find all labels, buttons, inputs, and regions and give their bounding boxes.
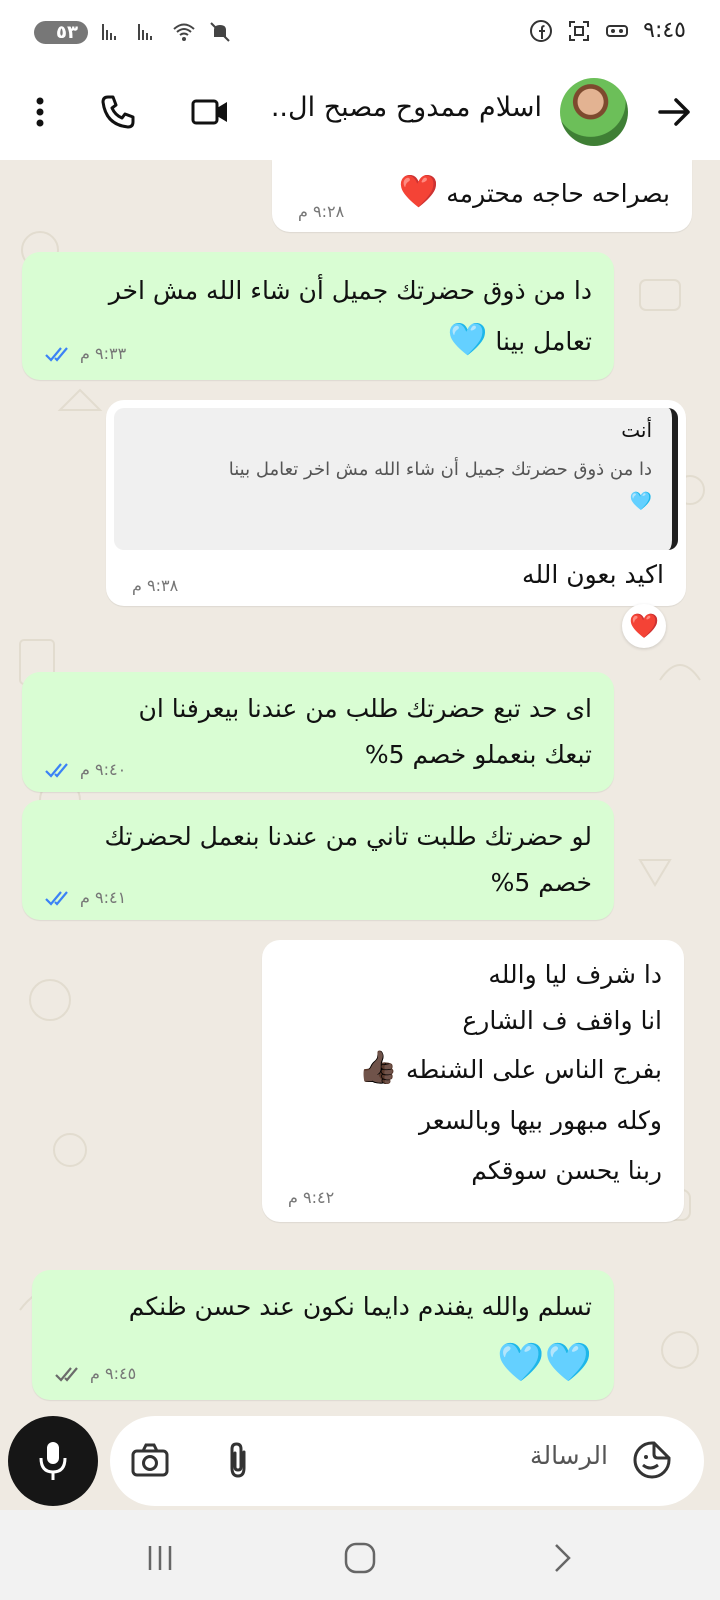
reaction-badge[interactable]: ❤️ bbox=[622, 604, 666, 648]
thumbs-up-emoji: 👍🏿 bbox=[358, 1048, 399, 1086]
read-ticks-icon bbox=[45, 346, 68, 362]
message-line: تعامل بينا 🩵 bbox=[448, 322, 592, 359]
contact-name[interactable]: اسلام ممدوح مصبح ال.. bbox=[271, 92, 542, 123]
message-text: بصراحه حاجه محترمه ❤️ bbox=[398, 174, 670, 211]
time-label: ٩:٢٨ م bbox=[298, 202, 345, 221]
time-label: ٩:٤٥ م bbox=[90, 1364, 137, 1383]
message-line-text: تعامل بينا bbox=[495, 327, 592, 356]
message-time: ٩:٤٥ م bbox=[54, 1364, 136, 1383]
chat-header: اسلام ممدوح مصبح ال.. bbox=[0, 70, 720, 160]
message-time: ٩:٣٣ م bbox=[44, 344, 126, 363]
recent-apps-icon[interactable] bbox=[142, 1540, 178, 1576]
message-line: دا من ذوق حضرتك جميل أن شاء الله مش اخر bbox=[108, 276, 592, 305]
back-nav-icon[interactable] bbox=[544, 1540, 580, 1576]
message-line: بصراحه حاجه محترمه bbox=[446, 179, 670, 208]
quoted-message[interactable]: أنت دا من ذوق حضرتك جميل أن شاء الله مش … bbox=[114, 408, 678, 550]
heart-emoji: ❤️ bbox=[629, 612, 659, 640]
message-line: ربنا يحسن سوقكم bbox=[471, 1156, 662, 1185]
message-line: وكله مبهور بيها وبالسعر bbox=[418, 1106, 662, 1135]
time-label: ٩:٣٨ م bbox=[132, 576, 179, 595]
facebook-icon bbox=[530, 19, 553, 42]
message-time: ٩:٤١ م bbox=[44, 888, 126, 907]
blue-hearts-emoji: 🩵🩵 bbox=[497, 1340, 592, 1384]
signal-icon bbox=[101, 24, 116, 40]
message-line: تبعك بنعملو خصم 5% bbox=[364, 740, 592, 769]
heart-emoji: ❤️ bbox=[398, 172, 439, 210]
message-line: دا شرف ليا والله bbox=[488, 960, 662, 989]
microphone-icon bbox=[39, 1442, 67, 1480]
time-label: ٩:٤٢ م bbox=[288, 1188, 335, 1207]
voice-call-icon[interactable] bbox=[98, 92, 138, 132]
quote-text: دا من ذوق حضرتك جميل أن شاء الله مش اخر … bbox=[132, 454, 652, 518]
message-line: لو حضرتك طلبت تاني من عندنا بنعمل لحضرتك bbox=[104, 822, 592, 851]
attachment-icon[interactable] bbox=[218, 1440, 258, 1480]
message-outgoing[interactable]: لو حضرتك طلبت تاني من عندنا بنعمل لحضرتك… bbox=[22, 800, 614, 920]
message-line: اكيد بعون الله bbox=[522, 560, 664, 589]
message-input[interactable] bbox=[346, 1440, 610, 1471]
message-line: انا واقف ف الشارع bbox=[462, 1006, 662, 1035]
back-arrow-icon[interactable] bbox=[654, 92, 694, 132]
avatar[interactable] bbox=[560, 78, 628, 146]
home-icon[interactable] bbox=[342, 1540, 378, 1576]
message-time: ٩:٢٨ م bbox=[298, 202, 344, 221]
more-options-icon[interactable] bbox=[20, 92, 60, 132]
sticker-icon[interactable] bbox=[632, 1440, 672, 1480]
message-line: تسلم والله يفندم دايما نكون عند حسن ظنكم bbox=[128, 1292, 592, 1321]
status-bar: ٥٣ ٩:٤٥ bbox=[0, 0, 720, 70]
quote-author: أنت bbox=[621, 418, 652, 442]
message-time: ٩:٤٠ م bbox=[44, 760, 126, 779]
read-ticks-icon bbox=[45, 890, 68, 906]
message-incoming[interactable]: دا شرف ليا والله انا واقف ف الشارع بفرج … bbox=[262, 940, 684, 1222]
wifi-icon bbox=[173, 23, 195, 41]
time-label: ٩:٤٠ م bbox=[80, 760, 127, 779]
message-incoming[interactable]: أنت دا من ذوق حضرتك جميل أن شاء الله مش … bbox=[106, 400, 686, 606]
message-line: بفرج الناس على الشنطه 👍🏿 bbox=[358, 1050, 662, 1087]
message-list[interactable]: بصراحه حاجه محترمه ❤️ ٩:٢٨ م دا من ذوق ح… bbox=[0, 160, 720, 1410]
message-line: خصم 5% bbox=[490, 868, 592, 897]
system-nav-bar bbox=[0, 1510, 720, 1600]
voicemail-icon bbox=[606, 24, 629, 37]
blue-heart-emoji: 🩵 bbox=[447, 320, 488, 358]
clock: ٩:٤٥ bbox=[643, 18, 686, 43]
message-composer bbox=[110, 1416, 704, 1506]
read-ticks-icon bbox=[45, 762, 68, 778]
battery-indicator: ٥٣ bbox=[34, 20, 88, 44]
message-time: ٩:٣٨ م bbox=[132, 576, 178, 595]
voice-record-button[interactable] bbox=[8, 1416, 98, 1506]
delivered-ticks-icon bbox=[55, 1366, 78, 1382]
message-incoming[interactable]: بصراحه حاجه محترمه ❤️ ٩:٢٨ م bbox=[272, 160, 692, 232]
message-time: ٩:٤٢ م bbox=[288, 1188, 334, 1207]
status-left: ٥٣ bbox=[34, 20, 232, 44]
message-outgoing[interactable]: تسلم والله يفندم دايما نكون عند حسن ظنكم… bbox=[32, 1270, 614, 1400]
time-label: ٩:٤١ م bbox=[80, 888, 127, 907]
time-label: ٩:٣٣ م bbox=[80, 344, 127, 363]
signal-icon-2 bbox=[137, 24, 152, 40]
mute-icon bbox=[210, 22, 230, 42]
status-right: ٩:٤٥ bbox=[529, 18, 686, 43]
message-line: اى حد تبع حضرتك طلب من عندنا بيعرفنا ان bbox=[138, 694, 592, 723]
message-outgoing[interactable]: دا من ذوق حضرتك جميل أن شاء الله مش اخر … bbox=[22, 252, 614, 380]
camera-icon[interactable] bbox=[130, 1440, 170, 1480]
blue-heart-emoji: 🩵 bbox=[629, 491, 652, 512]
screenshot-icon bbox=[569, 20, 590, 41]
message-line-text: بفرج الناس على الشنطه bbox=[406, 1055, 662, 1084]
message-outgoing[interactable]: اى حد تبع حضرتك طلب من عندنا بيعرفنا ان … bbox=[22, 672, 614, 792]
video-call-icon[interactable] bbox=[190, 92, 230, 132]
quote-text-line: دا من ذوق حضرتك جميل أن شاء الله مش اخر … bbox=[228, 459, 652, 480]
